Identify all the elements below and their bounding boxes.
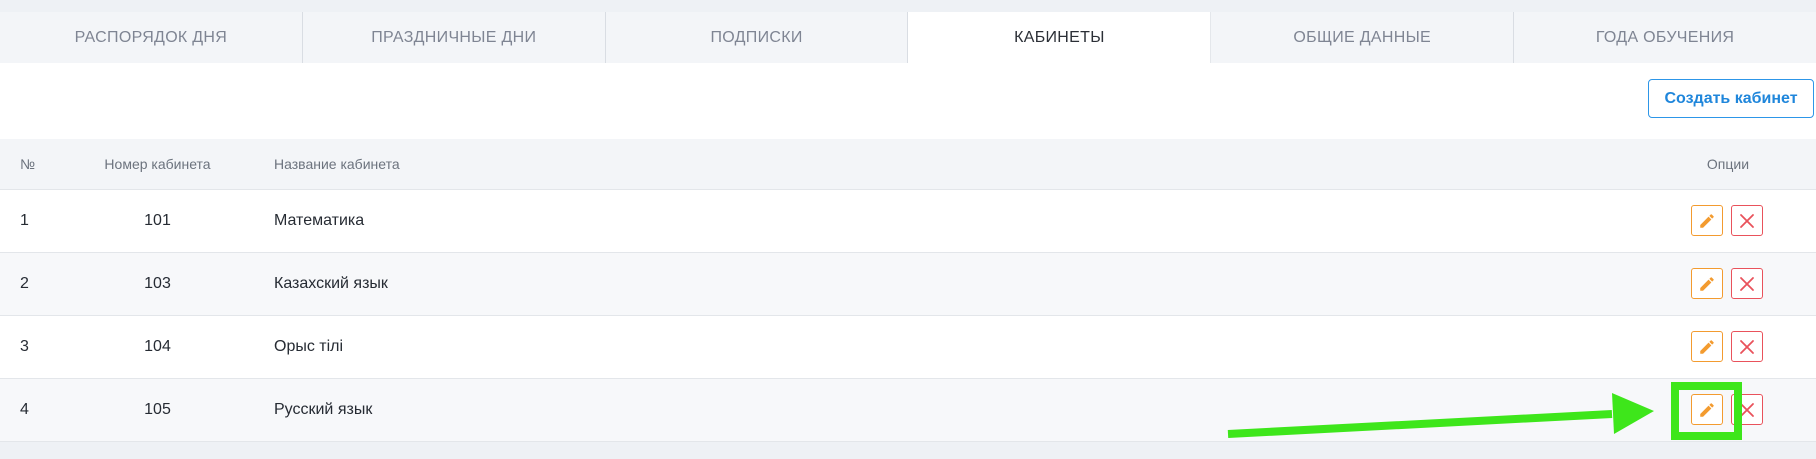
room-number: 101 xyxy=(144,212,171,229)
delete-button[interactable] xyxy=(1731,268,1763,299)
room-name: Орыс тілі xyxy=(274,338,344,355)
page: РАСПОРЯДОК ДНЯ ПРАЗДНИЧНЫЕ ДНИ ПОДПИСКИ … xyxy=(0,0,1816,459)
toolbar: Создать кабинет xyxy=(0,63,1816,138)
tab-subscriptions[interactable]: ПОДПИСКИ xyxy=(606,12,909,63)
row-number: 3 xyxy=(20,338,29,355)
table-body: 1 101 Математика 2 103 Казахский язык 3 … xyxy=(0,190,1816,442)
close-icon xyxy=(1740,339,1754,354)
close-icon xyxy=(1740,213,1754,228)
row-actions xyxy=(1691,268,1763,299)
row-number: 4 xyxy=(20,401,29,418)
delete-button[interactable] xyxy=(1731,394,1763,425)
edit-button[interactable] xyxy=(1691,205,1723,236)
create-classroom-button[interactable]: Создать кабинет xyxy=(1648,79,1814,118)
table-row: 3 104 Орыс тілі xyxy=(0,316,1816,379)
tab-daily-schedule[interactable]: РАСПОРЯДОК ДНЯ xyxy=(0,12,303,63)
room-number: 103 xyxy=(144,275,171,292)
edit-button[interactable] xyxy=(1691,331,1723,362)
row-actions xyxy=(1691,205,1763,236)
pencil-icon xyxy=(1700,339,1714,354)
room-number: 105 xyxy=(144,401,171,418)
delete-button[interactable] xyxy=(1731,205,1763,236)
table-header: № Номер кабинета Название кабинета Опции xyxy=(0,139,1816,190)
close-icon xyxy=(1740,402,1754,417)
tab-study-years[interactable]: ГОДА ОБУЧЕНИЯ xyxy=(1514,12,1816,63)
row-number: 1 xyxy=(20,212,29,229)
tab-holidays[interactable]: ПРАЗДНИЧНЫЕ ДНИ xyxy=(303,12,606,63)
table-row: 1 101 Математика xyxy=(0,190,1816,253)
close-icon xyxy=(1740,276,1754,291)
header-options: Опции xyxy=(1706,156,1750,172)
delete-button[interactable] xyxy=(1731,331,1763,362)
pencil-icon xyxy=(1700,402,1714,417)
edit-button[interactable] xyxy=(1691,268,1723,299)
tab-classrooms[interactable]: КАБИНЕТЫ xyxy=(908,12,1212,63)
pencil-icon xyxy=(1700,276,1714,291)
pencil-icon xyxy=(1700,213,1714,228)
edit-button[interactable] xyxy=(1691,394,1723,425)
table-row: 4 105 Русский язык xyxy=(0,379,1816,442)
table-row: 2 103 Казахский язык xyxy=(0,253,1816,316)
classrooms-panel: Создать кабинет № Номер кабинета Названи… xyxy=(0,63,1816,442)
room-name: Казахский язык xyxy=(274,275,388,292)
tab-general-data[interactable]: ОБЩИЕ ДАННЫЕ xyxy=(1211,12,1515,63)
room-name: Математика xyxy=(274,212,365,229)
header-number: № xyxy=(20,156,36,172)
row-actions xyxy=(1691,331,1763,362)
room-name: Русский язык xyxy=(274,401,373,418)
header-room-number: Номер кабинета xyxy=(104,156,211,172)
header-room-name: Название кабинета xyxy=(274,156,400,172)
row-actions xyxy=(1691,394,1763,425)
room-number: 104 xyxy=(144,338,171,355)
row-number: 2 xyxy=(20,275,29,292)
tab-bar: РАСПОРЯДОК ДНЯ ПРАЗДНИЧНЫЕ ДНИ ПОДПИСКИ … xyxy=(0,12,1816,63)
